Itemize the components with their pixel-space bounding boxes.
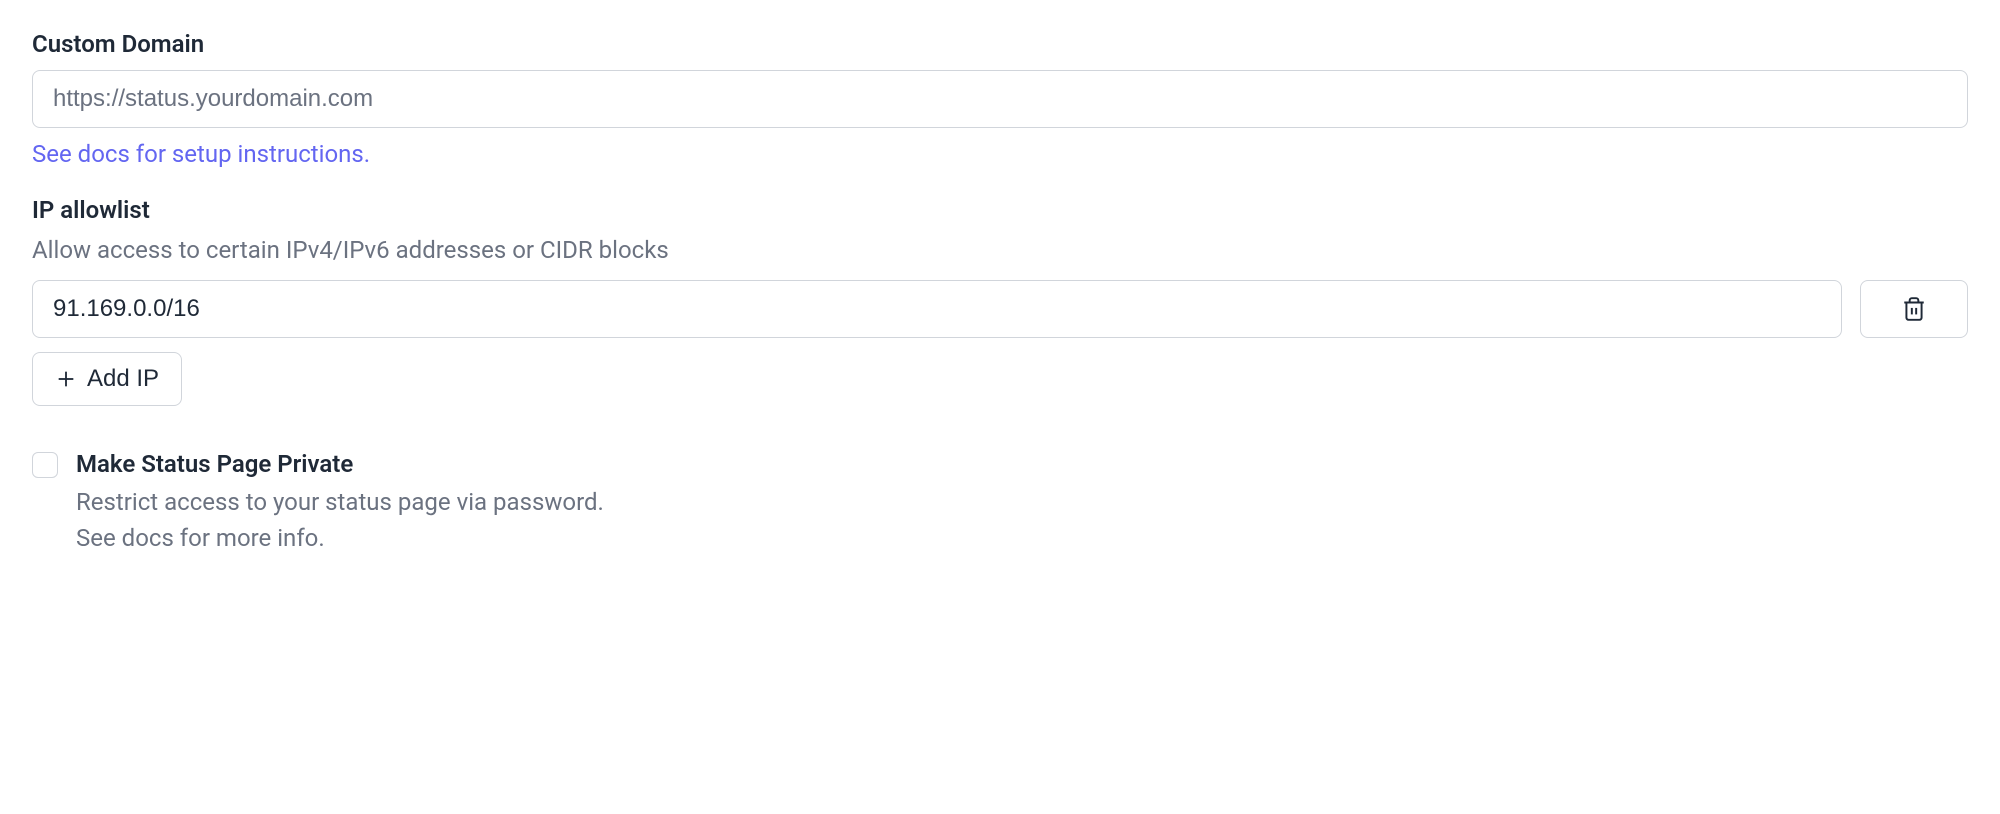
ip-entry-row <box>32 280 1968 338</box>
private-status-row: Make Status Page Private Restrict access… <box>32 450 1968 556</box>
trash-icon <box>1901 296 1927 322</box>
custom-domain-label: Custom Domain <box>32 30 1968 58</box>
ip-allowlist-label: IP allowlist <box>32 196 1968 224</box>
private-status-title: Make Status Page Private <box>76 450 1968 478</box>
custom-domain-docs-link[interactable]: See docs for setup instructions. <box>32 140 370 168</box>
private-status-checkbox[interactable] <box>32 452 58 478</box>
add-ip-button[interactable]: Add IP <box>32 352 182 406</box>
ip-allowlist-section: IP allowlist Allow access to certain IPv… <box>32 196 1968 406</box>
ip-entry-input[interactable] <box>32 280 1842 338</box>
private-status-content: Make Status Page Private Restrict access… <box>76 450 1968 556</box>
private-status-desc: Restrict access to your status page via … <box>76 484 1968 556</box>
custom-domain-section: Custom Domain See docs for setup instruc… <box>32 30 1968 168</box>
ip-allowlist-sublabel: Allow access to certain IPv4/IPv6 addres… <box>32 236 1968 264</box>
custom-domain-input[interactable] <box>32 70 1968 128</box>
plus-icon <box>55 368 77 390</box>
delete-ip-button[interactable] <box>1860 280 1968 338</box>
add-ip-button-label: Add IP <box>87 365 159 393</box>
